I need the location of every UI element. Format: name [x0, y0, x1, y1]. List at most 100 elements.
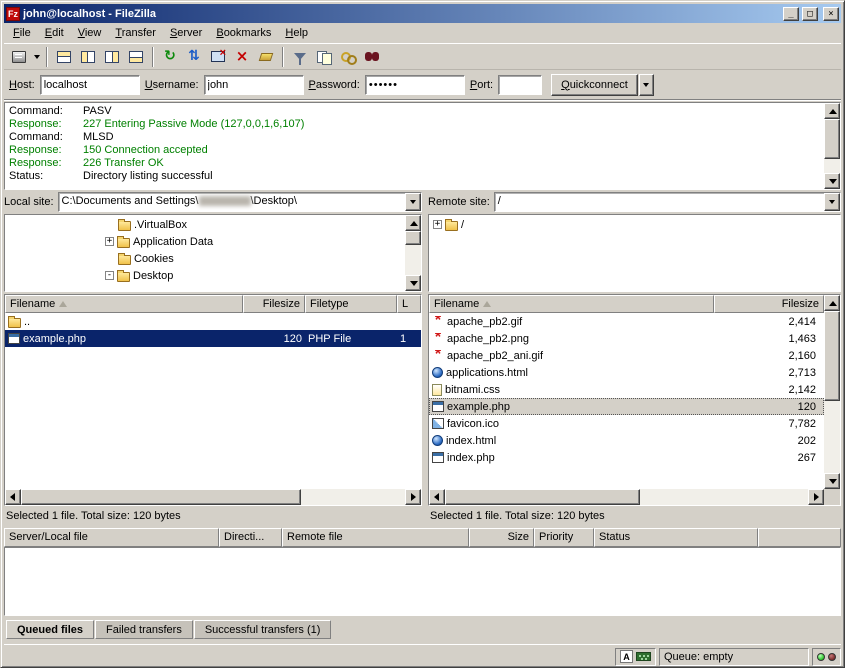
tab-queued-files[interactable]: Queued files	[6, 620, 94, 639]
scroll-down-button[interactable]	[405, 275, 421, 291]
scroll-down-button[interactable]	[824, 473, 840, 489]
column-header-filesize[interactable]: Filesize	[714, 295, 824, 313]
file-row[interactable]: example.php120	[429, 398, 824, 415]
file-row[interactable]: index.php267	[429, 449, 824, 466]
scroll-left-button[interactable]	[429, 489, 445, 505]
process-queue-button[interactable]: ⇅	[182, 46, 206, 68]
username-input[interactable]	[204, 75, 304, 95]
menu-edit[interactable]: Edit	[38, 24, 71, 42]
titlebar[interactable]: Fz john@localhost - FileZilla _ □ ×	[4, 4, 841, 23]
remote-list-scrollbar[interactable]	[824, 295, 840, 489]
tree-item[interactable]: +Application Data	[5, 233, 405, 250]
local-list-body[interactable]: .. example.php 120 PHP File 1	[5, 313, 421, 489]
tree-item[interactable]: +/	[429, 216, 840, 233]
reconnect-button[interactable]	[254, 46, 278, 68]
file-row[interactable]: favicon.ico7,782	[429, 415, 824, 432]
disconnect-button[interactable]	[206, 46, 230, 68]
dropdown-button[interactable]	[405, 193, 421, 211]
message-log-body[interactable]: Command:PASV Response:227 Entering Passi…	[5, 103, 824, 189]
filter-icon	[294, 53, 306, 60]
column-header-filetype[interactable]: Filetype	[305, 295, 397, 313]
dropdown-button[interactable]	[824, 193, 840, 211]
scroll-up-button[interactable]	[824, 103, 840, 119]
toggle-transfer-queue-button[interactable]	[124, 46, 148, 68]
file-row[interactable]: applications.html2,713	[429, 364, 824, 381]
site-manager-dropdown-button[interactable]	[31, 46, 42, 68]
binoculars-icon	[365, 52, 379, 61]
menu-file[interactable]: File	[6, 24, 38, 42]
cancel-operation-button[interactable]: ×	[230, 46, 254, 68]
file-row[interactable]: apache_pb2_ani.gif2,160	[429, 347, 824, 364]
find-files-button[interactable]	[360, 46, 384, 68]
column-header-filesize[interactable]: Filesize	[243, 295, 305, 313]
menu-transfer[interactable]: Transfer	[108, 24, 163, 42]
quickconnect-button[interactable]: Quickconnect	[551, 74, 638, 96]
local-tree-body[interactable]: .VirtualBox +Application Data Cookies -D…	[5, 215, 405, 291]
directory-comparison-button[interactable]	[312, 46, 336, 68]
site-manager-button[interactable]	[7, 46, 31, 68]
tab-failed-transfers[interactable]: Failed transfers	[95, 620, 193, 639]
synchronized-browsing-button[interactable]	[336, 46, 360, 68]
file-row[interactable]: ..	[5, 313, 421, 330]
column-header-status[interactable]: Status	[594, 528, 758, 547]
toggle-message-log-button[interactable]	[52, 46, 76, 68]
css-file-icon	[432, 384, 442, 396]
file-row[interactable]: index.html202	[429, 432, 824, 449]
column-header-modified[interactable]: L	[397, 295, 421, 313]
local-tree-scrollbar[interactable]	[405, 215, 421, 291]
tab-successful-transfers[interactable]: Successful transfers (1)	[194, 620, 332, 639]
file-row[interactable]: example.php 120 PHP File 1	[5, 330, 421, 347]
host-input[interactable]	[40, 75, 140, 95]
scroll-right-button[interactable]	[405, 489, 421, 505]
password-input[interactable]	[365, 75, 465, 95]
remote-site-combo[interactable]: /	[494, 192, 841, 212]
scroll-right-button[interactable]	[808, 489, 824, 505]
column-header-size[interactable]: Size	[469, 528, 534, 547]
toggle-remote-tree-button[interactable]	[100, 46, 124, 68]
scroll-thumb[interactable]	[445, 489, 640, 505]
file-row[interactable]: bitnami.css2,142	[429, 381, 824, 398]
scroll-thumb[interactable]	[824, 119, 840, 159]
remote-list-body[interactable]: apache_pb2.gif2,414 apache_pb2.png1,463 …	[429, 313, 824, 489]
refresh-button[interactable]: ↻	[158, 46, 182, 68]
scroll-thumb[interactable]	[405, 231, 421, 245]
remote-list-hscrollbar[interactable]	[429, 489, 824, 505]
remote-tree-body[interactable]: +/	[429, 215, 840, 291]
scroll-thumb[interactable]	[824, 311, 840, 401]
scroll-down-button[interactable]	[824, 173, 840, 189]
queue-body[interactable]	[4, 547, 841, 616]
local-list-hscrollbar[interactable]	[5, 489, 421, 505]
column-header-server-local-file[interactable]: Server/Local file	[4, 528, 219, 547]
scroll-left-button[interactable]	[5, 489, 21, 505]
file-row[interactable]: apache_pb2.gif2,414	[429, 313, 824, 330]
expand-toggle[interactable]: +	[105, 237, 114, 246]
expand-toggle[interactable]: +	[433, 220, 442, 229]
scroll-up-button[interactable]	[405, 215, 421, 231]
menu-view[interactable]: View	[71, 24, 109, 42]
close-button[interactable]: ×	[823, 7, 839, 21]
column-header-priority[interactable]: Priority	[534, 528, 594, 547]
menu-help[interactable]: Help	[278, 24, 315, 42]
file-row[interactable]: apache_pb2.png1,463	[429, 330, 824, 347]
file-panes: Local site: C:\Documents and Settings\\D…	[4, 192, 841, 526]
maximize-button[interactable]: □	[802, 7, 818, 21]
collapse-toggle[interactable]: -	[105, 271, 114, 280]
tree-item[interactable]: .VirtualBox	[5, 216, 405, 233]
scroll-thumb[interactable]	[21, 489, 301, 505]
quickconnect-dropdown-button[interactable]	[639, 74, 654, 96]
filter-button[interactable]	[288, 46, 312, 68]
toggle-local-tree-button[interactable]	[76, 46, 100, 68]
column-header-filename[interactable]: Filename	[5, 295, 243, 313]
minimize-button[interactable]: _	[783, 7, 799, 21]
scroll-up-button[interactable]	[824, 295, 840, 311]
column-header-direction[interactable]: Directi...	[219, 528, 282, 547]
tree-item[interactable]: Cookies	[5, 250, 405, 267]
column-header-filename[interactable]: Filename	[429, 295, 714, 313]
menu-server[interactable]: Server	[163, 24, 209, 42]
tree-item[interactable]: -Desktop	[5, 267, 405, 284]
port-input[interactable]	[498, 75, 542, 95]
column-header-remote-file[interactable]: Remote file	[282, 528, 469, 547]
menu-bookmarks[interactable]: Bookmarks	[209, 24, 278, 42]
log-scrollbar[interactable]	[824, 103, 840, 189]
local-site-combo[interactable]: C:\Documents and Settings\\Desktop\	[58, 192, 422, 212]
